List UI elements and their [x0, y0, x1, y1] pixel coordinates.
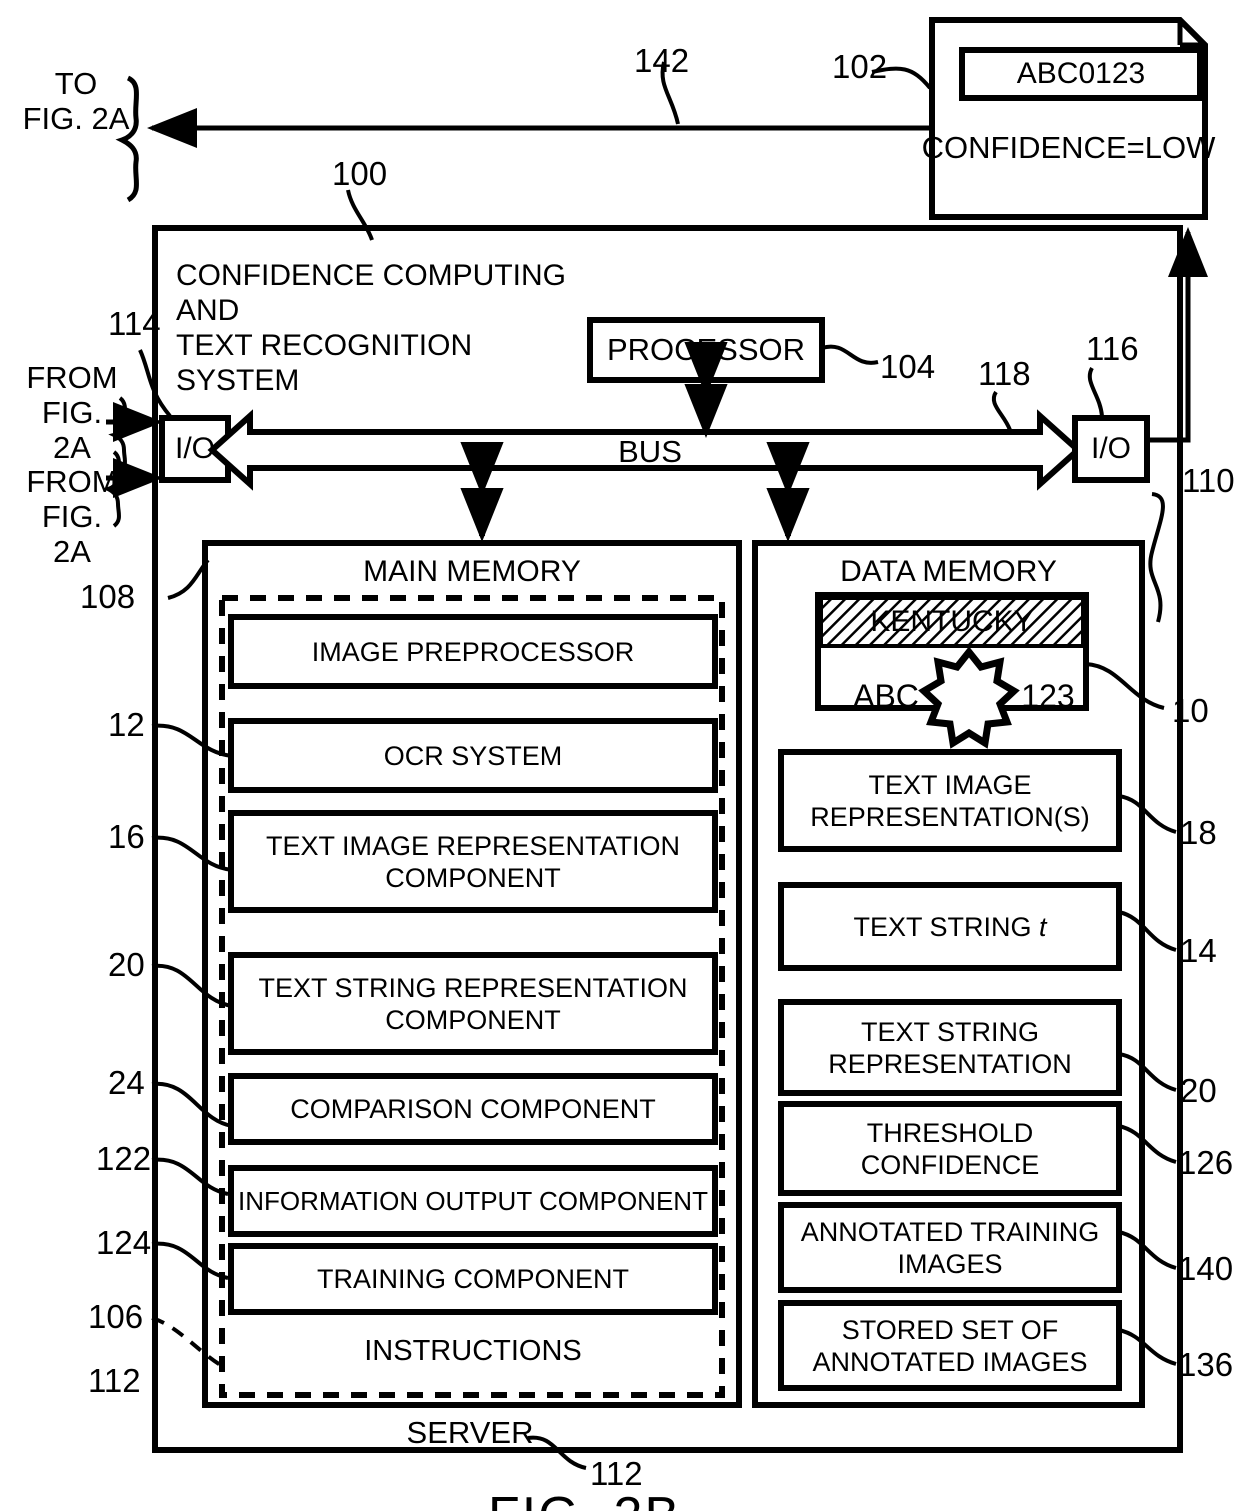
ref-104: 104 [880, 348, 936, 385]
component-text-string-representation: TEXT STRING REPRESENTATION COMPONENT [258, 972, 688, 1035]
bus-label: BUS [618, 434, 682, 469]
data-item-text-image-representations: TEXT IMAGE REPRESENTATION(S) [810, 769, 1090, 832]
component-comparison: COMPARISON COMPONENT [290, 1094, 656, 1124]
processor-label: PROCESSOR [606, 332, 806, 367]
ref-18: 18 [1180, 814, 1217, 851]
component-training: TRAINING COMPONENT [316, 1264, 629, 1294]
ref-142: 142 [634, 42, 690, 79]
ref-140: 140 [1178, 1250, 1234, 1287]
io-right-label: I/O [1090, 432, 1131, 465]
data-item-stored-set-annotated-images: STORED SET OF ANNOTATED IMAGES [812, 1314, 1088, 1377]
component-information-output: INFORMATION OUTPUT COMPONENT [238, 1186, 708, 1216]
ref-106: 106 [88, 1298, 144, 1335]
ref-122: 122 [96, 1140, 152, 1177]
ref-110: 110 [1182, 462, 1235, 499]
connector-from-fig2a-1: FROM FIG. 2A [26, 360, 118, 465]
ref-112-memory: 112 [88, 1362, 141, 1399]
component-image-preprocessor: IMAGE PREPROCESSOR [311, 636, 635, 667]
ref-12: 12 [108, 706, 145, 743]
ref-20-right: 20 [1180, 1072, 1217, 1109]
figure-caption: FIG. 2B [488, 1486, 681, 1511]
data-item-annotated-training-images: ANNOTATED TRAINING IMAGES [800, 1216, 1100, 1279]
instructions-label: INSTRUCTIONS [364, 1335, 582, 1367]
connector-from-fig2a-2: FROM FIG. 2A [26, 464, 118, 569]
text-string-variable: t [1039, 911, 1047, 942]
ref-126: 126 [1178, 1144, 1234, 1181]
ref-108: 108 [80, 578, 136, 615]
data-item-threshold-confidence: THRESHOLD CONFIDENCE [860, 1117, 1040, 1180]
ref-102: 102 [832, 48, 888, 85]
output-device-screen-text: ABC0123 [1016, 57, 1146, 90]
ref-116: 116 [1086, 330, 1139, 367]
text-string-label: TEXT STRING [853, 911, 1039, 942]
ref-124: 124 [96, 1224, 152, 1261]
patent-figure-2b: TO FIG. 2A 142 102 ABC0123 CONFIDENCE=LO… [0, 0, 1240, 1511]
data-item-text-string: TEXT STRING t [781, 885, 1119, 968]
ref-10: 10 [1172, 692, 1209, 729]
ref-24: 24 [108, 1064, 145, 1101]
license-plate-left-text: ABC [853, 678, 919, 714]
ref-100: 100 [332, 155, 388, 192]
main-memory-title: MAIN MEMORY [363, 555, 581, 588]
ref-136: 136 [1178, 1346, 1234, 1383]
ref-118: 118 [978, 355, 1031, 392]
server-label: SERVER [406, 1415, 534, 1450]
connector-to-fig2a: TO FIG. 2A [22, 66, 130, 136]
io-left-label: I/O [174, 432, 215, 465]
ref-14: 14 [1180, 932, 1217, 969]
component-text-image-representation: TEXT IMAGE REPRESENTATION COMPONENT [265, 830, 681, 893]
system-title: CONFIDENCE COMPUTING AND TEXT RECOGNITIO… [176, 259, 566, 397]
ref-114: 114 [108, 305, 161, 342]
license-plate-state: KENTUCKY [870, 605, 1034, 638]
component-ocr-system: OCR SYSTEM [383, 740, 563, 771]
ref-16: 16 [108, 818, 145, 855]
ref-20-left: 20 [108, 946, 145, 983]
license-plate-right-text: 123 [1021, 678, 1075, 714]
data-memory-title: DATA MEMORY [840, 555, 1057, 588]
output-device-confidence-text: CONFIDENCE=LOW [921, 130, 1216, 165]
data-item-text-string-representation: TEXT STRING REPRESENTATION [828, 1016, 1072, 1079]
